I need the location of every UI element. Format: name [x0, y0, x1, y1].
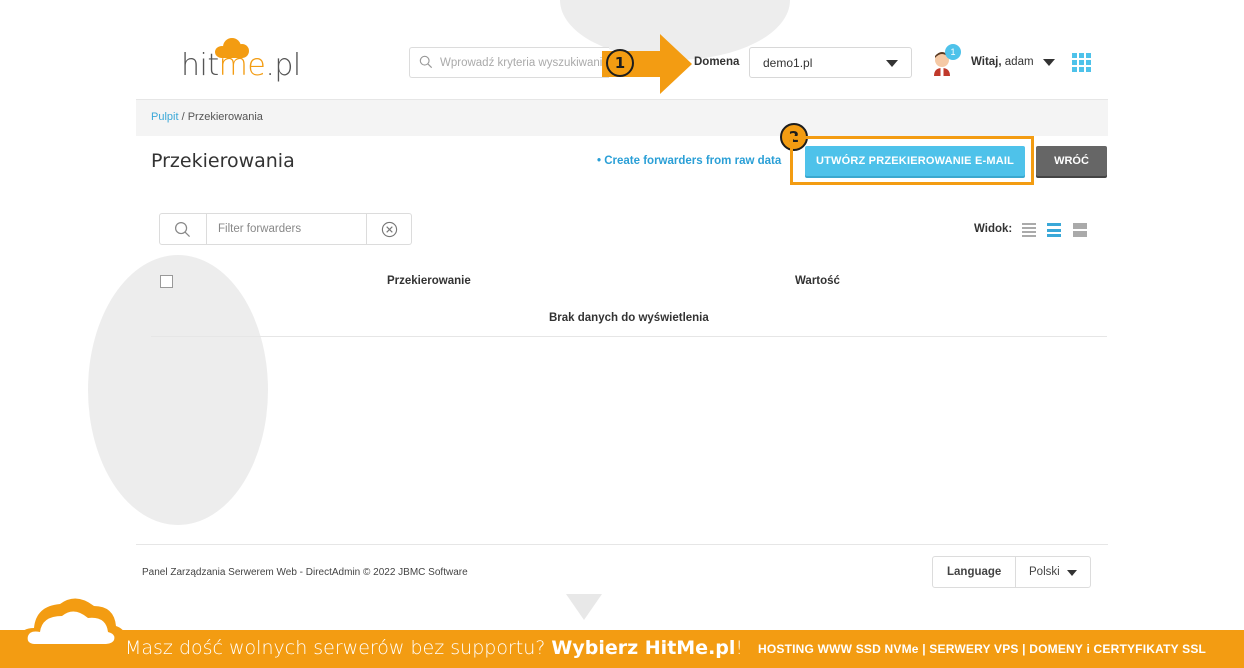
breadcrumb: Pulpit / Przekierowania — [151, 111, 263, 123]
page-title: Przekierowania — [151, 150, 295, 172]
annotation-step-1: 1 — [606, 49, 634, 77]
column-header-forwarder[interactable]: Przekierowanie — [387, 275, 471, 287]
user-menu[interactable]: Witaj, adam — [971, 56, 1034, 68]
create-from-raw-link[interactable]: • Create forwarders from raw data — [597, 155, 781, 167]
domain-select[interactable]: demo1.pl — [749, 47, 912, 78]
view-label: Widok: — [974, 223, 1013, 235]
global-search-input[interactable] — [440, 53, 608, 73]
search-icon — [419, 55, 433, 69]
background-arrow-shape — [566, 594, 602, 620]
filter-forwarders-group — [159, 213, 412, 245]
column-header-value[interactable]: Wartość — [795, 275, 840, 287]
back-button[interactable]: WRÓĆ — [1036, 146, 1107, 176]
promo-slogan: Masz dość wolnych serwerów bez supportu?… — [125, 637, 744, 659]
select-all-checkbox[interactable] — [160, 275, 173, 288]
global-search[interactable] — [409, 47, 609, 78]
breadcrumb-current: Przekierowania — [187, 111, 263, 123]
promo-cloud-icon — [17, 598, 127, 654]
search-icon[interactable] — [174, 221, 191, 238]
notification-badge[interactable]: 1 — [945, 44, 961, 60]
background-shape-left — [88, 255, 268, 525]
breadcrumb-root-link[interactable]: Pulpit — [151, 111, 179, 123]
breadcrumb-bar: Pulpit / Przekierowania — [136, 100, 1108, 136]
hitme-logo[interactable]: hitme.pl — [181, 38, 301, 90]
footer-copyright: Panel Zarządzania Serwerem Web - DirectA… — [142, 567, 468, 578]
clear-filter-icon[interactable] — [381, 221, 398, 238]
table-empty-message: Brak danych do wyświetlenia — [549, 312, 709, 324]
caret-down-icon — [886, 60, 898, 67]
apps-grid-icon[interactable] — [1072, 53, 1091, 72]
user-menu-caret-icon[interactable] — [1043, 59, 1055, 66]
table-divider — [151, 336, 1107, 337]
promo-services: HOSTING WWW SSD NVMe | SERWERY VPS | DOM… — [758, 642, 1207, 656]
language-selector[interactable]: Language Polski — [932, 556, 1091, 588]
logo-text: hitme.pl — [181, 48, 301, 83]
view-compact-icon[interactable] — [1022, 223, 1036, 237]
language-value: Polski — [1029, 566, 1060, 578]
view-standard-icon[interactable] — [1047, 223, 1061, 237]
create-forwarder-button[interactable]: UTWÓRZ PRZEKIEROWANIE E-MAIL — [805, 146, 1025, 176]
view-large-icon[interactable] — [1073, 223, 1087, 237]
filter-forwarders-input[interactable] — [218, 220, 358, 238]
domain-select-value: demo1.pl — [763, 56, 813, 70]
caret-down-icon — [1067, 570, 1077, 576]
domain-label: Domena — [694, 56, 740, 68]
language-label: Language — [947, 566, 1002, 578]
footer-divider — [136, 544, 1108, 545]
promo-banner[interactable]: Masz dość wolnych serwerów bez supportu?… — [0, 630, 1244, 668]
